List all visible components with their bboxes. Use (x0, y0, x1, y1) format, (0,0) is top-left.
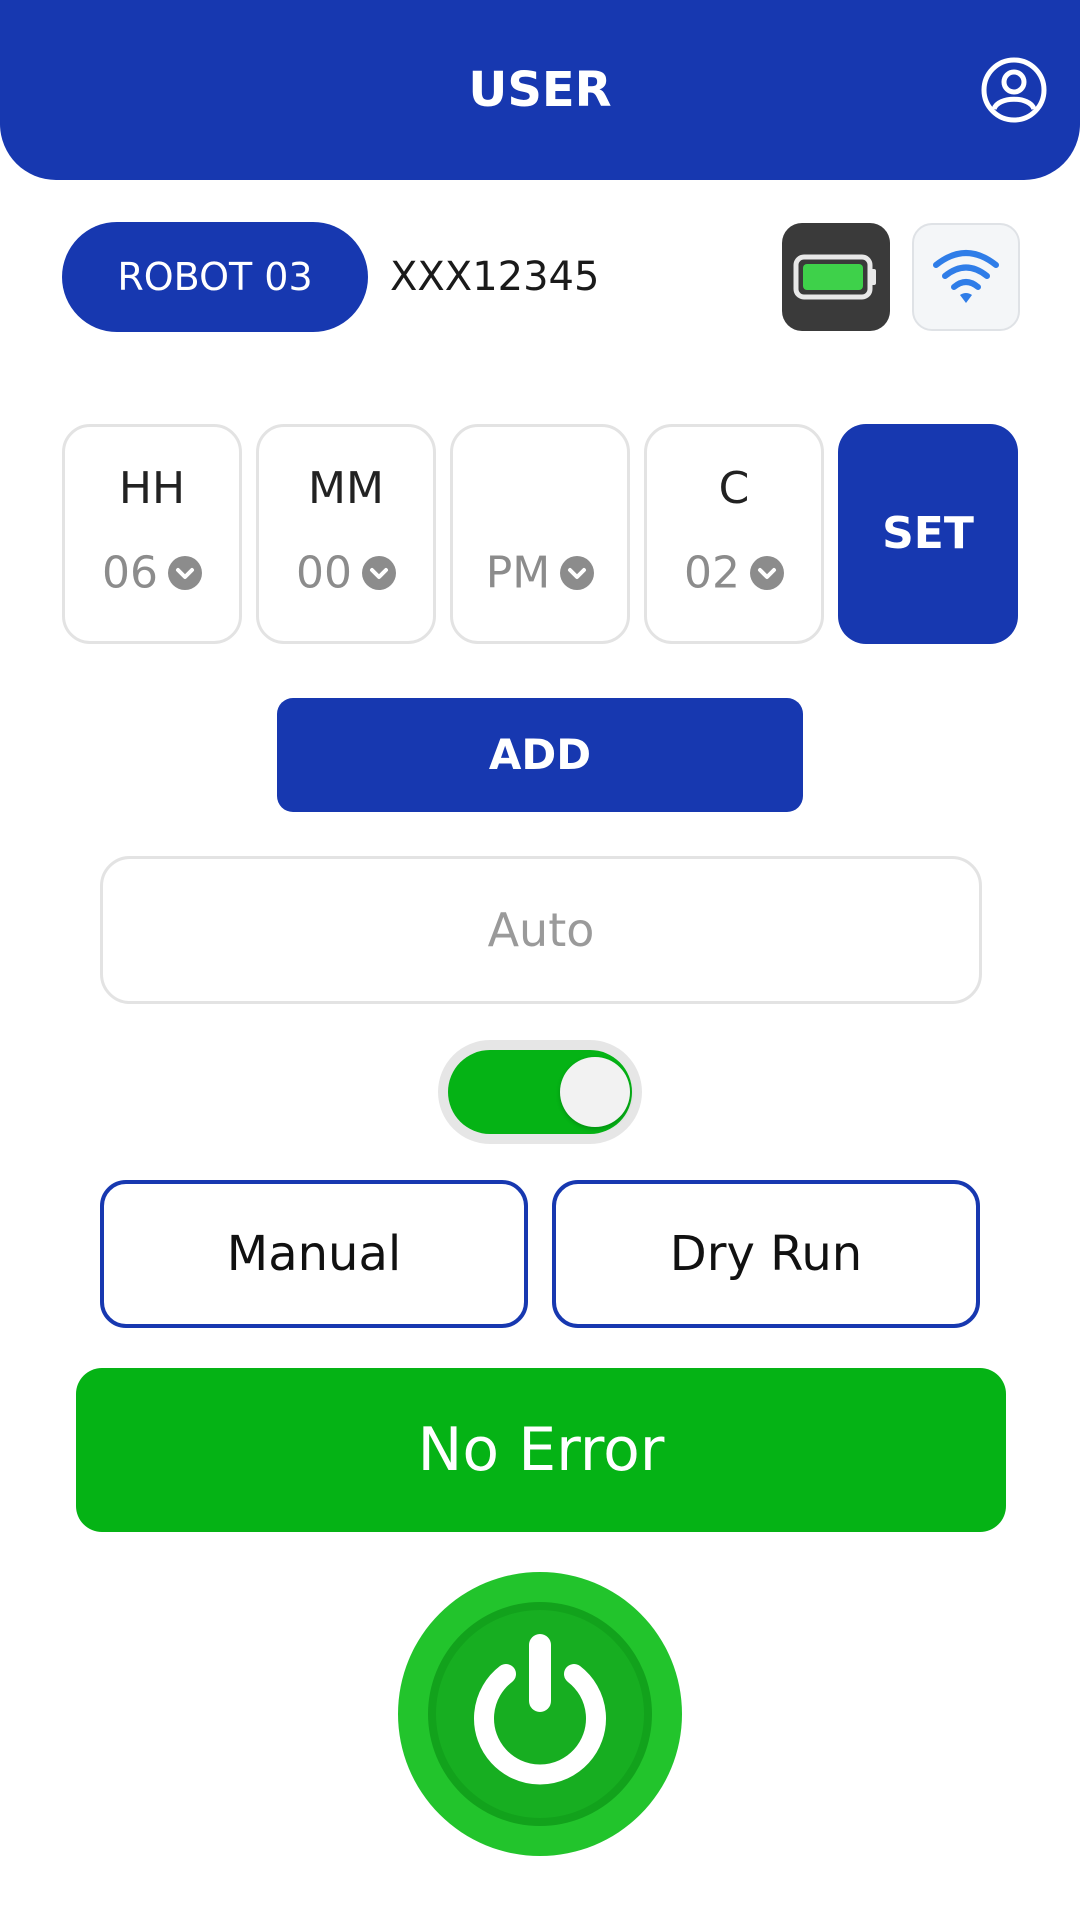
minute-label: MM (308, 463, 384, 514)
cycle-select[interactable]: 02 (647, 545, 821, 599)
hour-value: 06 (102, 547, 158, 599)
chevron-down-icon (168, 556, 202, 590)
dry-run-button[interactable]: Dry Run (552, 1180, 980, 1328)
ampm-value: PM (485, 547, 551, 599)
hour-label: HH (118, 463, 186, 514)
chevron-down-icon (560, 556, 595, 590)
minute-picker: MM 00 (256, 424, 436, 644)
minute-value: 00 (296, 547, 352, 599)
status-banner: No Error (76, 1368, 1006, 1532)
battery-full-icon (793, 254, 876, 300)
add-button[interactable]: ADD (277, 698, 803, 812)
hour-picker: HH 06 (62, 424, 242, 644)
chevron-down-icon (362, 556, 396, 590)
user-circle-icon[interactable] (980, 56, 1048, 124)
page-title: USER (468, 62, 612, 118)
cycle-value: 02 (684, 547, 740, 599)
wifi-status (912, 223, 1020, 331)
set-button[interactable]: SET (838, 424, 1018, 644)
minute-select[interactable]: 00 (259, 545, 433, 599)
hour-select[interactable]: 06 (65, 545, 239, 599)
mode-field[interactable]: Auto (100, 856, 982, 1004)
cycle-picker: C 02 (644, 424, 824, 644)
power-button[interactable] (398, 1572, 682, 1856)
manual-button[interactable]: Manual (100, 1180, 528, 1328)
robot-serial: XXX12345 (390, 254, 600, 300)
cycle-label: C (718, 463, 750, 514)
battery-status (782, 223, 890, 331)
ampm-select[interactable]: PM (453, 545, 627, 599)
ampm-picker: PM (450, 424, 630, 644)
toggle-track (448, 1050, 632, 1134)
chevron-down-icon (750, 556, 784, 590)
toggle-knob (560, 1057, 630, 1127)
robot-select-button[interactable]: ROBOT 03 (62, 222, 368, 332)
wifi-icon (933, 250, 999, 303)
app-header: USER (0, 0, 1080, 180)
auto-toggle[interactable] (438, 1040, 642, 1144)
